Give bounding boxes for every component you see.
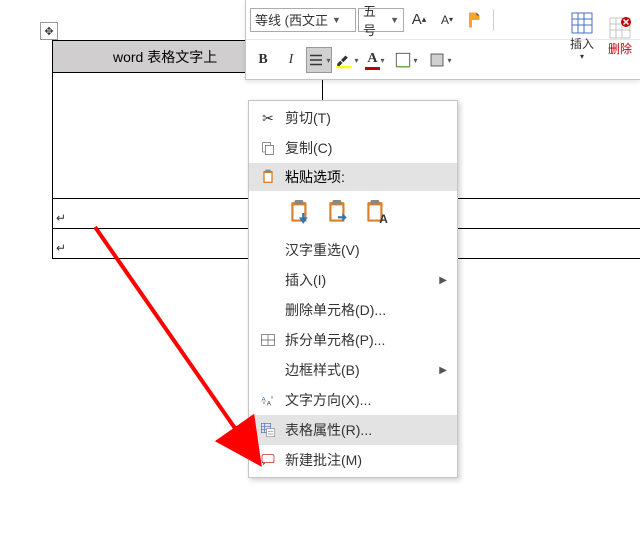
svg-text:A: A: [379, 212, 388, 226]
menu-delete-cells[interactable]: 删除单元格(D)...: [249, 295, 457, 325]
mini-toolbar: 等线 (西文正▼ 五号▼ A▴ A▾ B I ▾ ▾ A▾ ▾ ▾ 插入▾: [245, 0, 640, 80]
table-properties-icon: [255, 422, 281, 438]
menu-new-comment[interactable]: 新建批注(M): [249, 445, 457, 475]
menu-insert[interactable]: 插入(I) ▶: [249, 265, 457, 295]
menu-reconvert[interactable]: 汉字重选(V): [249, 235, 457, 265]
submenu-arrow-icon: ▶: [439, 275, 447, 286]
comment-icon: [255, 452, 281, 468]
font-color-button[interactable]: A▾: [362, 47, 388, 73]
insert-button[interactable]: 插入▾: [564, 6, 600, 66]
context-menu: ✂ 剪切(T) 复制(C) 粘贴选项: A 汉字重选(V) 插入(I) ▶: [248, 100, 458, 478]
text-direction-icon: AA: [255, 392, 281, 408]
delete-button[interactable]: 删除: [602, 6, 638, 66]
submenu-arrow-icon: ▶: [439, 365, 447, 376]
cell-mark: ↵: [56, 211, 66, 225]
paste-merge[interactable]: [323, 198, 353, 228]
cell-mark: ↵: [56, 241, 66, 255]
shading-button[interactable]: ▾: [424, 47, 456, 73]
svg-text:A: A: [267, 400, 272, 407]
menu-paste-header: 粘贴选项:: [249, 163, 457, 191]
table-move-handle[interactable]: ✥: [40, 22, 58, 40]
highlight-button[interactable]: ▾: [334, 47, 360, 73]
menu-text-direction[interactable]: AA 文字方向(X)...: [249, 385, 457, 415]
paste-text-only[interactable]: A: [361, 198, 391, 228]
border-button[interactable]: ▾: [390, 47, 422, 73]
menu-split-cells[interactable]: 拆分单元格(P)...: [249, 325, 457, 355]
align-button[interactable]: ▾: [306, 47, 332, 73]
decrease-font-button[interactable]: A▾: [434, 7, 460, 33]
menu-cut[interactable]: ✂ 剪切(T): [249, 103, 457, 133]
scissors-icon: ✂: [255, 110, 281, 127]
format-painter-button[interactable]: [462, 7, 488, 33]
paste-options-row: A: [249, 191, 457, 235]
increase-font-button[interactable]: A▴: [406, 7, 432, 33]
bold-button[interactable]: B: [250, 47, 276, 73]
italic-button[interactable]: I: [278, 47, 304, 73]
clipboard-icon: [255, 169, 281, 185]
menu-border-style[interactable]: 边框样式(B) ▶: [249, 355, 457, 385]
menu-copy[interactable]: 复制(C): [249, 133, 457, 163]
paste-keep-source[interactable]: [285, 198, 315, 228]
font-size-combo[interactable]: 五号▼: [358, 8, 404, 32]
copy-icon: [255, 140, 281, 156]
font-combo[interactable]: 等线 (西文正▼: [250, 8, 356, 32]
menu-table-properties[interactable]: 表格属性(R)...: [249, 415, 457, 445]
split-cells-icon: [255, 332, 281, 348]
